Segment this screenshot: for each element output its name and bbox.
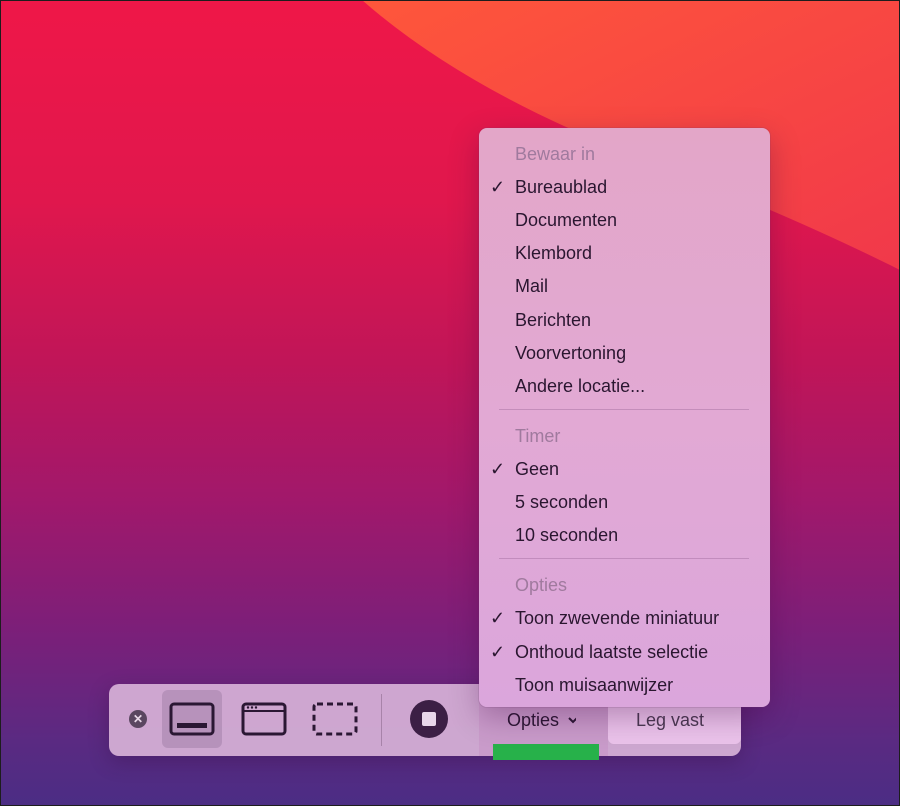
menu-item-timer-5s[interactable]: 5 seconden: [515, 492, 608, 513]
check-icon: ✓: [490, 642, 506, 662]
check-icon: ✓: [490, 459, 506, 479]
capture-entire-screen-button[interactable]: [162, 690, 222, 748]
menu-item-timer-none[interactable]: Geen: [515, 459, 559, 480]
menu-header-save-to: Bewaar in: [515, 144, 596, 164]
menu-item-show-pointer[interactable]: Toon muisaanwijzer: [515, 675, 673, 696]
menu-item-floating-thumbnail[interactable]: Toon zwevende miniatuur: [515, 608, 719, 629]
capture-entire-screen-icon: [169, 702, 215, 736]
capture-selection-icon: [312, 702, 358, 736]
menu-item-other-location[interactable]: Andere locatie...: [515, 376, 645, 397]
close-icon[interactable]: ✕: [129, 710, 147, 728]
menu-item-messages[interactable]: Berichten: [515, 310, 591, 331]
chevron-down-icon: [568, 717, 576, 724]
menu-item-mail[interactable]: Mail: [515, 276, 548, 297]
capture-window-icon: [241, 702, 287, 736]
menu-item-preview[interactable]: Voorvertoning: [515, 343, 626, 364]
highlight-underline: [493, 744, 599, 760]
menu-separator: [499, 558, 749, 559]
toolbar-divider: [381, 694, 382, 746]
options-button-label: Opties: [507, 710, 560, 730]
menu-item-desktop[interactable]: Bureaublad: [515, 177, 607, 198]
menu-separator: [499, 409, 749, 410]
record-icon[interactable]: [410, 700, 448, 738]
capture-selection-button[interactable]: [305, 690, 365, 748]
capture-window-button[interactable]: [234, 690, 294, 748]
menu-header-options: Opties: [515, 575, 568, 595]
menu-item-remember-selection[interactable]: Onthoud laatste selectie: [515, 642, 708, 663]
check-icon: ✓: [490, 177, 506, 197]
menu-item-clipboard[interactable]: Klembord: [515, 243, 592, 264]
capture-button-label: Leg vast: [636, 710, 705, 730]
menu-item-timer-10s[interactable]: 10 seconden: [515, 525, 618, 546]
check-icon: ✓: [490, 608, 506, 628]
menu-item-documents[interactable]: Documenten: [515, 210, 617, 231]
menu-header-timer: Timer: [515, 426, 561, 446]
